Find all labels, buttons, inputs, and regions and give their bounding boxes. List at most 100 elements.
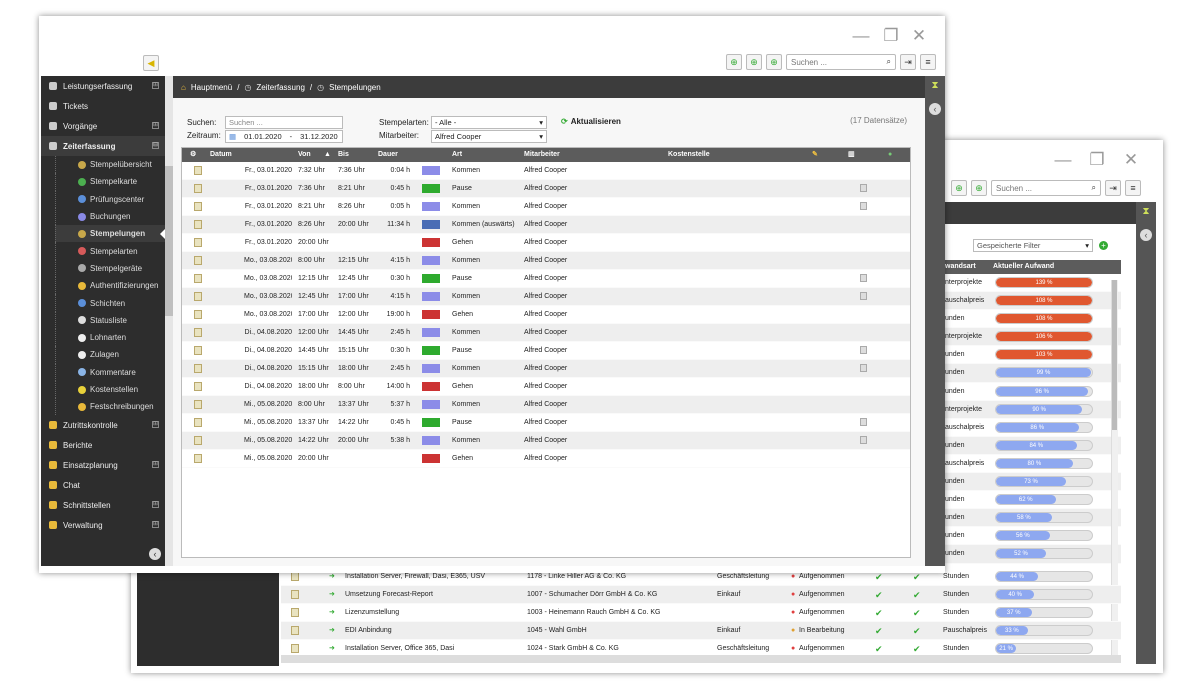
col-datum[interactable]: Datum [210, 148, 232, 162]
arrow-right-icon[interactable]: ➜ [329, 604, 335, 622]
bell-icon[interactable]: ◀ [143, 55, 159, 71]
list-item[interactable]: auschalpreis 108 % [945, 292, 1121, 311]
date-to[interactable]: 31.12.2020 [300, 132, 338, 141]
list-item[interactable]: unden 103 % [945, 346, 1121, 365]
hourglass-icon[interactable]: ⧗ [925, 80, 945, 91]
edit-icon[interactable] [194, 418, 202, 427]
columns-icon[interactable]: ▥ [848, 148, 855, 162]
sidebar-item[interactable]: Leistungserfassung ⊞ [41, 76, 165, 96]
expand-icon[interactable]: ⊟ [152, 142, 159, 149]
document-icon[interactable] [860, 436, 867, 444]
back-arrow-icon[interactable]: ‹ [929, 103, 941, 115]
add-doc-icon-2[interactable]: ⊕ [971, 180, 987, 196]
close-icon[interactable]: ✕ [1121, 150, 1141, 170]
add-filter-icon[interactable]: + [1099, 241, 1108, 250]
expand-icon[interactable]: ⊞ [152, 122, 159, 129]
settings-icon[interactable]: ⚙ [190, 148, 196, 162]
edit-icon[interactable] [291, 590, 299, 599]
sidebar-subitem[interactable]: Stempelkarte [55, 173, 165, 191]
edit-icon[interactable] [194, 364, 202, 373]
sidebar-subitem[interactable]: Authentifizierungen [55, 277, 165, 295]
list-item[interactable]: unden 56 % [945, 527, 1121, 546]
col-mitarbeiter[interactable]: Mitarbeiter [524, 148, 560, 162]
table-row[interactable]: Di., 04.08.2020 14:45 Uhr 15:15 Uhr 0:30 h P… [182, 342, 910, 360]
pencil-icon[interactable]: ✎ [812, 148, 818, 162]
search-input[interactable]: Suchen ... ⌕ [991, 180, 1101, 196]
sidebar-subitem[interactable]: Schichten [55, 294, 165, 312]
minimize-icon[interactable]: — [1053, 150, 1073, 170]
edit-icon[interactable] [194, 220, 202, 229]
list-item[interactable]: nterprojekte 90 % [945, 400, 1121, 419]
edit-icon[interactable] [194, 400, 202, 409]
edit-icon[interactable] [194, 256, 202, 265]
collapse-sidebar-icon[interactable]: ‹ [149, 548, 161, 560]
saved-filter-select[interactable]: Gespeicherte Filter ▾ [973, 239, 1093, 252]
edit-icon[interactable] [194, 382, 202, 391]
list-item[interactable]: unden 99 % [945, 364, 1121, 383]
add-doc-icon[interactable]: ⊕ [951, 180, 967, 196]
hourglass-icon[interactable]: ⧗ [1136, 206, 1156, 217]
edit-icon[interactable] [194, 346, 202, 355]
maximize-icon[interactable]: ❐ [881, 26, 901, 46]
list-item[interactable]: unden 84 % [945, 436, 1121, 455]
sidebar-subitem[interactable]: Prüfungscenter [55, 190, 165, 208]
list-item[interactable]: unden 52 % [945, 545, 1121, 564]
list-item[interactable]: unden 108 % [945, 310, 1121, 329]
table-row[interactable]: Di., 04.08.2020 12:00 Uhr 14:45 Uhr 2:45 h K… [182, 324, 910, 342]
suchen-input[interactable]: Suchen ... [225, 116, 343, 129]
list-item[interactable]: auschalpreis 86 % [945, 419, 1121, 437]
edit-icon[interactable] [194, 202, 202, 211]
table-row[interactable]: Mi., 05.08.2020 8:00 Uhr 13:37 Uhr 5:37 h Ko… [182, 396, 910, 414]
expand-icon[interactable]: ⊞ [152, 82, 159, 89]
col-bis[interactable]: Bis [338, 148, 349, 162]
sidebar-item[interactable]: Chat [41, 475, 165, 495]
table-row[interactable]: ➜ Lizenzumstellung 1003 - Heinemann Rauch … [281, 604, 1121, 622]
sidebar-subitem[interactable]: Stempelarten [55, 242, 165, 260]
edit-icon[interactable] [194, 292, 202, 301]
mitarbeiter-select[interactable]: Alfred Cooper ▾ [431, 130, 547, 143]
table-row[interactable]: Mo., 03.08.2020 12:15 Uhr 12:45 Uhr 0:30 h P… [182, 270, 910, 288]
arrow-right-icon[interactable]: ➜ [329, 622, 335, 640]
edit-icon[interactable] [194, 310, 202, 319]
globe-icon[interactable]: ● [888, 148, 892, 162]
sidebar-item[interactable]: Einsatzplanung ⊞ [41, 455, 165, 475]
sidebar-subitem[interactable]: Stempelgeräte [55, 259, 165, 278]
maximize-icon[interactable]: ❐ [1087, 150, 1107, 170]
edit-icon[interactable] [194, 454, 202, 463]
sidebar-item[interactable]: Schnittstellen ⊞ [41, 495, 165, 515]
table-row[interactable]: ➜ Umsetzung Forecast-Report 1007 - Schumac… [281, 586, 1121, 604]
edit-icon[interactable] [194, 238, 202, 247]
list-item[interactable]: unden 62 % [945, 491, 1121, 510]
table-row[interactable]: Mi., 05.08.2020 14:22 Uhr 20:00 Uhr 5:38 h K… [182, 432, 910, 450]
edit-icon[interactable] [194, 166, 202, 175]
table-row[interactable]: Mi., 05.08.2020 13:37 Uhr 14:22 Uhr 0:45 h P… [182, 414, 910, 432]
table-row[interactable]: Mo., 03.08.2020 17:00 Uhr 12:00 Uhr 19:00 h… [182, 306, 910, 324]
table-row[interactable]: Fr., 03.01.2020 8:21 Uhr 8:26 Uhr 0:05 h Kom… [182, 198, 910, 216]
list-item[interactable]: unden 73 % [945, 473, 1121, 492]
col-art[interactable]: Art [452, 148, 462, 162]
table-row[interactable]: Fr., 03.01.2020 20:00 Uhr Gehen Alfred Coop… [182, 234, 910, 252]
list-item[interactable]: unden 96 % [945, 383, 1121, 401]
expand-icon[interactable]: ⊞ [152, 521, 159, 529]
add-doc-icon-2[interactable]: ⊕ [746, 54, 762, 70]
col-aufwand[interactable]: Aktueller Aufwand [993, 260, 1054, 274]
logout-icon[interactable]: ⇥ [1105, 180, 1121, 196]
edit-icon[interactable] [194, 274, 202, 283]
col-kostenstelle[interactable]: Kostenstelle [668, 148, 710, 162]
expand-icon[interactable]: ⊞ [152, 421, 159, 429]
edit-icon[interactable] [194, 184, 202, 193]
sidebar-item[interactable]: Berichte [41, 435, 165, 455]
date-from[interactable]: 01.01.2020 [244, 132, 282, 141]
table-row[interactable]: Fr., 03.01.2020 7:36 Uhr 8:21 Uhr 0:45 h Pau… [182, 180, 910, 198]
document-icon[interactable] [860, 274, 867, 282]
table-row[interactable]: ➜ EDI Anbindung 1045 - Wahl GmbH Einkauf ● In… [281, 622, 1121, 640]
document-icon[interactable] [860, 184, 867, 192]
list-item[interactable]: nterprojekte 106 % [945, 328, 1121, 347]
expand-icon[interactable]: ⊞ [152, 461, 159, 469]
search-input[interactable]: Suchen ... ⌕ [786, 54, 896, 70]
list-item[interactable]: nterprojekte 139 % [945, 274, 1121, 293]
table-row[interactable]: Mi., 05.08.2020 20:00 Uhr Gehen Alfred Coop… [182, 450, 910, 468]
document-icon[interactable] [860, 292, 867, 300]
sidebar-subitem[interactable]: Kommentare [55, 363, 165, 381]
arrow-right-icon[interactable]: ➜ [329, 586, 335, 604]
